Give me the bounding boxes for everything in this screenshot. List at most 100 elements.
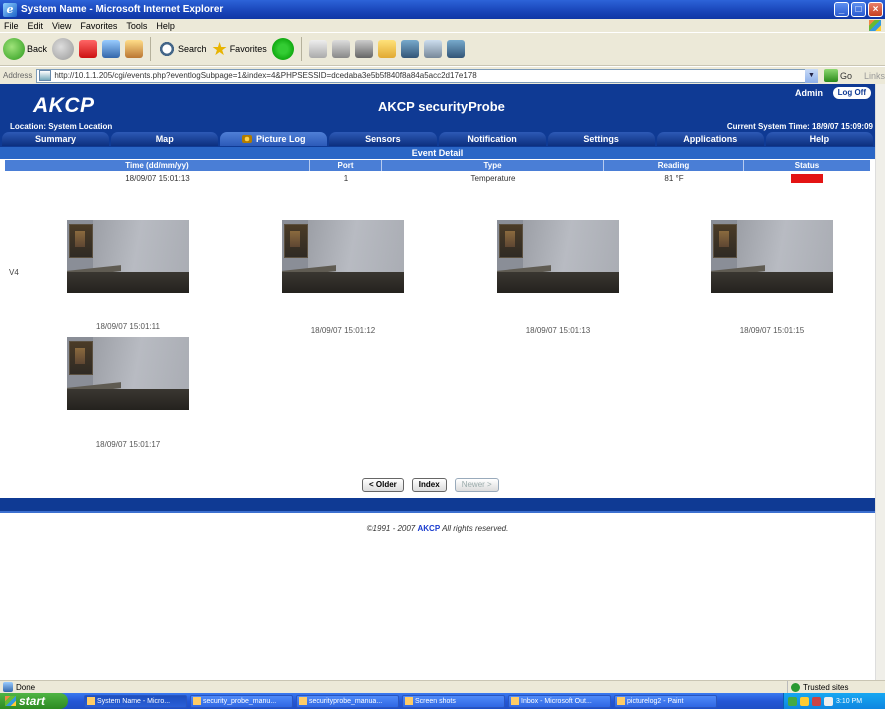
location-label: Location: System Location — [10, 122, 113, 131]
task-paint[interactable]: picturelog2 - Paint — [614, 694, 717, 708]
system-tray: 3:10 PM — [783, 693, 885, 709]
column-header-port: Port — [310, 160, 382, 171]
status-badge-critical — [791, 173, 823, 183]
links-button[interactable]: Links — [864, 71, 885, 81]
window-controls: _ □ × — [834, 2, 883, 17]
menu-favorites[interactable]: Favorites — [80, 21, 117, 31]
star-icon: ★ — [211, 39, 228, 59]
search-button[interactable]: Search — [158, 40, 207, 58]
menu-file[interactable]: File — [4, 21, 19, 31]
vertical-scrollbar[interactable] — [875, 84, 885, 680]
messenger-button[interactable] — [400, 40, 419, 58]
edit-button[interactable] — [354, 40, 373, 58]
camera-snapshot-4[interactable] — [711, 220, 833, 293]
camera-snapshot-2[interactable] — [282, 220, 404, 293]
logoff-button[interactable]: Log Off — [832, 87, 871, 99]
windows-flag-icon — [5, 696, 16, 706]
page-icon — [39, 70, 52, 81]
tray-antivirus-icon[interactable] — [812, 696, 821, 706]
tab-help[interactable]: Help — [765, 132, 873, 146]
tab-summary[interactable]: Summary — [2, 132, 110, 146]
tab-sensors[interactable]: Sensors — [329, 132, 437, 146]
tray-volume-icon[interactable] — [824, 696, 833, 706]
task-security-probe-manual-2[interactable]: securityprobe_manua... — [296, 694, 399, 708]
tray-security-icon[interactable] — [800, 696, 809, 706]
maximize-button[interactable]: □ — [851, 2, 866, 17]
forward-button[interactable] — [52, 38, 75, 60]
tab-picture-log[interactable]: Picture Log — [220, 132, 328, 146]
start-button[interactable]: start — [0, 693, 68, 709]
word-doc-icon — [299, 697, 307, 705]
cell-time: 18/09/07 15:01:13 — [125, 174, 190, 183]
akcp-logo: AKCP — [33, 94, 95, 117]
main-tabs: Summary Map Picture Log Sensors Notifica… — [0, 132, 875, 147]
camera-snapshot-1[interactable] — [67, 220, 189, 293]
menu-edit[interactable]: Edit — [28, 21, 44, 31]
tab-applications[interactable]: Applications — [656, 132, 764, 146]
menu-bar: File Edit View Favorites Tools Help — [0, 19, 885, 32]
camera-icon — [242, 135, 253, 143]
address-label: Address — [3, 71, 33, 80]
security-zone: Trusted sites — [787, 681, 849, 693]
windows-flag-icon — [869, 20, 881, 31]
clock[interactable]: 3:10 PM — [836, 698, 862, 705]
ie-logo-icon: e — [3, 2, 17, 17]
footer-bar — [0, 498, 875, 511]
discuss-button[interactable] — [446, 40, 465, 58]
column-header-type: Type — [382, 160, 604, 171]
home-button[interactable] — [125, 40, 144, 58]
mail-button[interactable] — [308, 40, 327, 58]
menu-help[interactable]: Help — [156, 21, 175, 31]
newer-button[interactable]: Newer > — [454, 478, 499, 492]
section-title: Event Detail — [0, 147, 875, 159]
product-title: AKCP securityProbe — [378, 99, 505, 114]
tab-map[interactable]: Map — [111, 132, 219, 146]
column-header-time: Time (dd/mm/yy) — [5, 160, 310, 171]
menu-tools[interactable]: Tools — [126, 21, 147, 31]
tab-notification[interactable]: Notification — [438, 132, 546, 146]
snapshot-caption: 18/09/07 15:01:17 — [95, 440, 161, 449]
app-header: AKCP AKCP securityProbe Admin Log Off Lo… — [0, 84, 875, 132]
favorites-button[interactable]: ★ Favorites — [212, 40, 267, 58]
camera-snapshot-3[interactable] — [497, 220, 619, 293]
search-icon — [158, 40, 177, 58]
go-arrow-icon — [823, 69, 838, 82]
task-security-probe-manual-1[interactable]: security_probe_manu... — [190, 694, 293, 708]
snapshot-caption: 18/09/07 15:01:11 — [96, 322, 160, 331]
menu-view[interactable]: View — [52, 21, 71, 31]
go-button[interactable]: Go — [823, 69, 852, 82]
browser-status-bar: Done Trusted sites — [0, 680, 885, 693]
cell-reading: 81 °F — [664, 174, 684, 183]
camera-label: V4 — [9, 268, 19, 277]
print-button[interactable] — [331, 40, 350, 58]
folder-icon — [405, 697, 413, 705]
address-dropdown-button[interactable]: ▼ — [804, 68, 818, 83]
task-screen-shots[interactable]: Screen shots — [402, 694, 505, 708]
table-row: 18/09/07 15:01:13 1 Temperature 81 °F — [5, 173, 870, 185]
akcp-link[interactable]: AKCP — [417, 524, 440, 533]
folder-button[interactable] — [377, 40, 396, 58]
back-button[interactable]: Back — [3, 38, 47, 60]
research-button[interactable] — [423, 40, 442, 58]
older-button[interactable]: < Older — [362, 478, 404, 492]
window-titlebar: e System Name - Microsoft Internet Explo… — [0, 0, 885, 19]
ie-icon — [87, 697, 95, 705]
task-internet-explorer[interactable]: System Name - Micro... — [84, 694, 187, 708]
media-button[interactable] — [271, 38, 294, 60]
window-title: System Name - Microsoft Internet Explore… — [21, 4, 224, 15]
refresh-button[interactable] — [102, 40, 121, 58]
system-time: Current System Time: 18/9/07 15:09:09 — [726, 122, 873, 131]
tab-settings[interactable]: Settings — [547, 132, 655, 146]
minimize-button[interactable]: _ — [834, 2, 849, 17]
close-button[interactable]: × — [868, 2, 883, 17]
task-outlook-inbox[interactable]: Inbox - Microsoft Out... — [508, 694, 611, 708]
address-input[interactable]: http://10.1.1.205/cgi/events.php?eventlo… — [36, 68, 818, 83]
column-header-status: Status — [794, 161, 820, 170]
tray-network-icon[interactable] — [788, 696, 797, 706]
snapshot-caption: 18/09/07 15:01:15 — [739, 326, 805, 335]
index-button[interactable]: Index — [411, 478, 447, 492]
camera-snapshot-5[interactable] — [67, 337, 189, 410]
taskbar-tasks: System Name - Micro... security_probe_ma… — [84, 694, 717, 708]
stop-button[interactable] — [79, 40, 98, 58]
pagination: < Older Index Newer > — [362, 478, 499, 492]
